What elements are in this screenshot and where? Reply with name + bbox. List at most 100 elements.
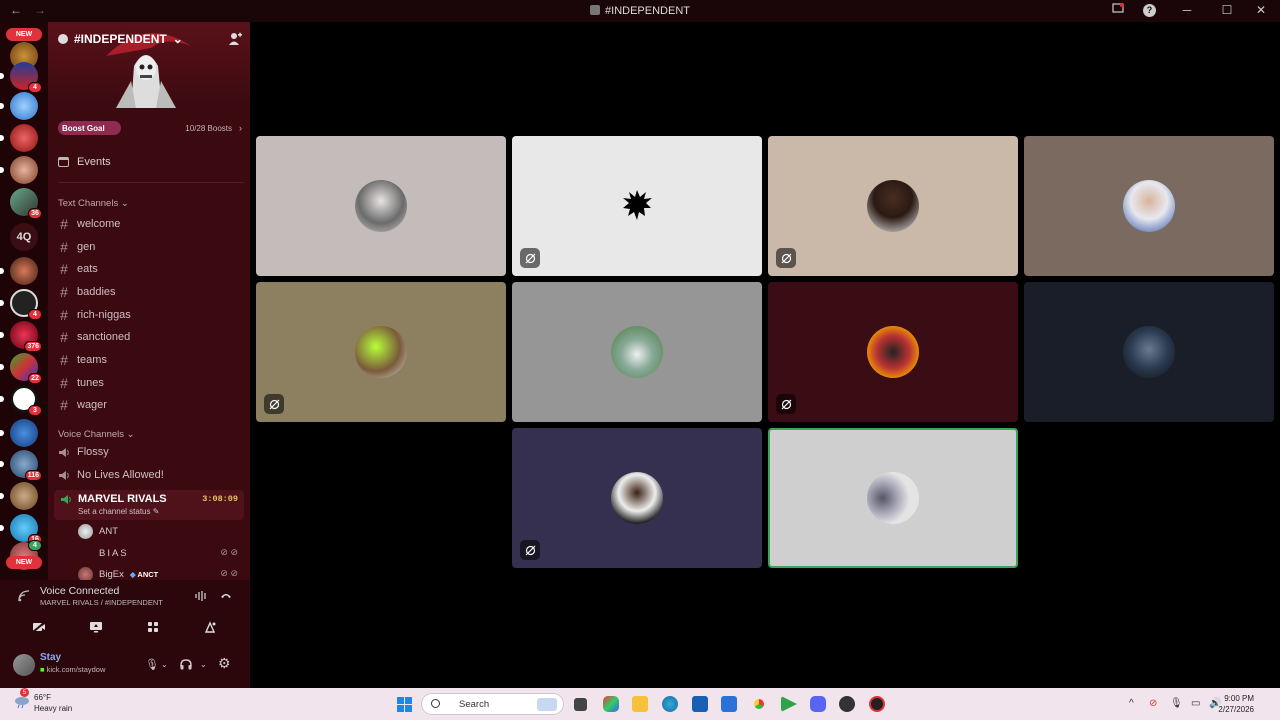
boost-goal[interactable]: Boost Goal 10/28 Boosts › [58,121,244,135]
channel-wager[interactable]: # wager [58,397,107,413]
disconnect-icon[interactable] [220,592,232,599]
noise-suppression-icon[interactable] [195,590,207,602]
channel-rich-niggas[interactable]: # rich-niggas [58,307,131,323]
participant-tile[interactable] [512,136,762,276]
server-icon-4q[interactable]: 4Q [10,223,38,251]
soundboard-button[interactable] [188,616,232,638]
server-icon[interactable]: 22 [0,353,42,384]
channel-tunes[interactable]: # tunes [58,375,104,391]
server-icon[interactable]: 3 [0,385,42,416]
mention-badge: 4 [28,82,42,93]
server-icon[interactable]: 4 [0,289,42,320]
participant-tile[interactable] [1024,282,1274,422]
channel-eats[interactable]: # eats [58,261,98,277]
voice-channel-flossy[interactable]: Flossy [58,446,109,458]
microphone-tray-icon[interactable]: 🎙 [1170,698,1183,709]
windows-start-icon[interactable] [397,697,412,712]
chevron-down-icon[interactable]: ⌄ [161,660,168,669]
headphones-icon[interactable] [180,659,192,670]
member-name: BigEx [99,569,124,580]
server-icon[interactable]: 16 [0,514,42,545]
username[interactable]: Stay [40,652,61,663]
server-header[interactable]: #INDEPENDENT ⌄ [58,32,183,46]
voice-member[interactable]: BigEx ◆ ANCT [78,567,158,580]
server-icon[interactable] [0,156,38,184]
voice-member[interactable]: ANT [78,524,118,539]
chevron-down-icon[interactable]: ⌄ [200,660,207,669]
participant-tile[interactable] [512,428,762,568]
clock[interactable]: 9:00 PM 2/27/2026 [1218,693,1254,715]
server-icon[interactable] [0,124,38,152]
channel-label: MARVEL RIVALS [78,493,167,505]
channel-status[interactable]: Set a channel status ✎ [78,507,159,516]
help-icon[interactable]: ? [1143,3,1156,17]
server-icon[interactable] [0,419,38,447]
server-icon[interactable] [0,257,38,285]
user-panel: Stay ■ kick.com/staydow 🎙 ⌄ ⌄ ⚙ [0,644,250,688]
channel-sanctioned[interactable]: # sanctioned [58,329,130,345]
channel-teams[interactable]: # teams [58,352,107,368]
participant-tile[interactable] [256,136,506,276]
maximize-button[interactable]: ☐ [1218,3,1236,17]
events-item[interactable]: Events [58,156,111,168]
participant-tile[interactable] [1024,136,1274,276]
user-avatar[interactable] [13,654,35,676]
camera-off-button[interactable] [17,616,61,638]
file-explorer-icon[interactable] [632,696,648,712]
server-icon[interactable]: 36 [10,188,42,219]
activities-button[interactable] [131,616,175,638]
steam-icon[interactable] [839,696,855,712]
server-icon[interactable]: 4 [0,62,42,93]
avatar [78,524,93,539]
call-timer: 3:08:09 [202,494,238,504]
channel-gen[interactable]: # gen [58,239,95,255]
voice-channel-label[interactable]: MARVEL RIVALS / #INDEPENDENT [40,598,163,607]
server-icon[interactable]: 376 [0,321,42,352]
taskbar-search[interactable]: Search [421,693,564,715]
server-banner: #INDEPENDENT ⌄ [48,22,250,108]
server-icon[interactable] [0,92,38,120]
voice-channel-no-lives-allowed[interactable]: No Lives Allowed! [58,469,164,481]
member-tag-text: ANCT [137,570,159,579]
voice-channel-marvel-rivals[interactable]: MARVEL RIVALS 3:08:09 Set a channel stat… [54,490,244,520]
display-icon[interactable]: ▭ [1191,698,1200,709]
store-icon[interactable] [692,696,708,712]
participant-tile[interactable] [768,136,1018,276]
record-app-icon[interactable] [869,696,885,712]
participant-tile-speaking[interactable] [768,428,1018,568]
task-view-icon[interactable] [574,698,587,711]
category-text-channels[interactable]: Text Channels ⌄ [58,198,129,209]
share-screen-button[interactable] [74,616,118,638]
close-button[interactable]: ✕ [1252,3,1270,17]
minimize-button[interactable]: ─ [1172,3,1202,17]
inbox-icon[interactable] [1109,3,1127,17]
chrome-browser-icon[interactable] [751,696,767,712]
channel-label: Flossy [77,446,109,458]
channel-welcome[interactable]: # welcome [58,216,120,232]
settings-gear-icon[interactable]: ⚙ [218,655,231,672]
new-badge[interactable]: NEW [6,556,42,569]
participant-avatar [867,472,919,524]
participant-tile[interactable] [768,282,1018,422]
member-name: ANT [99,526,118,537]
discord-icon[interactable] [810,696,826,712]
network-alert-icon[interactable]: ⊘ [1149,698,1157,709]
edge-browser-icon[interactable] [662,696,678,712]
server-icon[interactable] [0,482,38,510]
category-voice-channels[interactable]: Voice Channels ⌄ [58,429,135,440]
invite-people-icon[interactable] [228,32,242,46]
server-icon[interactable]: 116 [0,450,42,481]
outlook-icon[interactable] [721,696,737,712]
channel-baddies[interactable]: # baddies [58,284,115,300]
participant-tile[interactable] [512,282,762,422]
copilot-icon[interactable] [603,696,619,712]
connection-signal-icon[interactable] [18,590,30,602]
voice-member[interactable]: BIAS [78,546,129,561]
participant-avatar [623,190,652,220]
weather-condition: Heavy rain [34,704,73,713]
participant-tile[interactable] [256,282,506,422]
chevron-up-icon[interactable]: ^ [1129,698,1134,709]
new-badge[interactable]: NEW [6,28,42,41]
media-player-icon[interactable] [781,696,797,712]
microphone-icon[interactable]: 🎙 [145,658,159,671]
